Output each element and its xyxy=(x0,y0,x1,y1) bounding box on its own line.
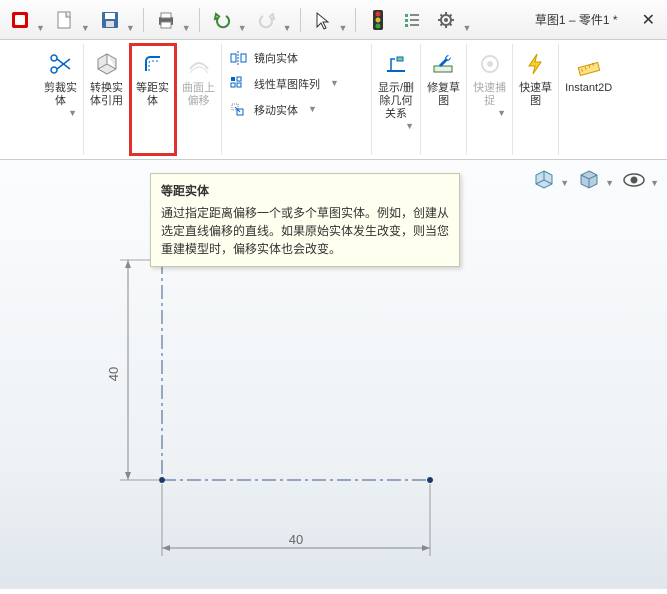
redo-icon[interactable] xyxy=(253,6,281,34)
linear-pattern-button[interactable]: 线性草图阵列 ▼ xyxy=(228,74,365,94)
new-file-icon[interactable] xyxy=(51,6,79,34)
trim-label: 剪裁实 体 xyxy=(44,82,77,108)
dropdown-arrow-icon[interactable]: ▼ xyxy=(405,121,414,131)
repair-sketch-button[interactable]: 修复草 图 xyxy=(421,44,467,155)
dropdown-arrow-icon[interactable]: ▼ xyxy=(238,23,247,33)
lightning-icon xyxy=(520,48,552,80)
logo-icon xyxy=(6,6,34,34)
separator xyxy=(300,8,301,32)
move-label: 移动实体 xyxy=(254,102,298,118)
rapid-label: 快速草 图 xyxy=(519,82,552,108)
dropdown-arrow-icon[interactable]: ▼ xyxy=(650,178,659,188)
ruler-icon xyxy=(573,48,605,80)
offset-tooltip: 等距实体 通过指定距离偏移一个或多个草图实体。例如，创建从选定直线偏移的直线。如… xyxy=(150,173,460,267)
snap-target-icon xyxy=(474,48,506,80)
pattern-group: 镜向实体 线性草图阵列 ▼ 移动实体 ▼ xyxy=(222,44,372,155)
dropdown-arrow-icon[interactable]: ▼ xyxy=(339,23,348,33)
move-entities-button[interactable]: 移动实体 ▼ xyxy=(228,100,365,120)
dropdown-arrow-icon[interactable]: ▼ xyxy=(81,23,90,33)
pattern-label: 线性草图阵列 xyxy=(254,76,320,92)
tooltip-title: 等距实体 xyxy=(161,182,449,200)
view-cube2-icon[interactable] xyxy=(575,166,603,194)
gear-icon[interactable] xyxy=(432,6,460,34)
separator xyxy=(355,8,356,32)
dropdown-arrow-icon[interactable]: ▼ xyxy=(36,23,45,33)
top-toolbar: ▼ ▼ ▼ ▼ ▼ ▼ ▼ ▼ 草图1 – 零件1 * ✕ xyxy=(0,0,667,40)
save-icon[interactable] xyxy=(96,6,124,34)
display-relations-label: 显示/删 除几何 关系 xyxy=(378,82,414,121)
surface-offset-button: 曲面上 偏移 xyxy=(176,44,222,155)
dropdown-arrow-icon[interactable]: ▼ xyxy=(605,178,614,188)
repair-label: 修复草 图 xyxy=(427,82,460,108)
convert-label: 转换实 体引用 xyxy=(90,82,123,108)
quick-snap-button: 快速捕 捉 ▼ xyxy=(467,44,513,155)
list-icon[interactable] xyxy=(398,6,426,34)
dropdown-arrow-icon[interactable]: ▼ xyxy=(497,108,506,118)
traffic-light-icon[interactable] xyxy=(364,6,392,34)
surface-offset-label: 曲面上 偏移 xyxy=(182,82,215,108)
select-cursor-icon[interactable] xyxy=(309,6,337,34)
dropdown-arrow-icon[interactable]: ▼ xyxy=(126,23,135,33)
move-icon xyxy=(228,100,248,120)
separator xyxy=(143,8,144,32)
rapid-sketch-button[interactable]: 快速草 图 xyxy=(513,44,559,155)
surface-offset-icon xyxy=(183,48,215,80)
offset-icon xyxy=(137,48,169,80)
ribbon-toolbar: 剪裁实 体 ▼ 转换实 体引用 等距实 体 曲面上 偏移 镜向实体 线性草图阵列… xyxy=(0,40,667,160)
cube-icon xyxy=(91,48,123,80)
pattern-icon xyxy=(228,74,248,94)
mirror-icon xyxy=(228,48,248,68)
mirror-entities-button[interactable]: 镜向实体 xyxy=(228,48,365,68)
instant2d-label: Instant2D xyxy=(565,82,612,95)
window-title: 草图1 – 零件1 * xyxy=(535,11,618,28)
undo-icon[interactable] xyxy=(208,6,236,34)
dropdown-arrow-icon[interactable]: ▼ xyxy=(330,78,339,88)
view-cube1-icon[interactable] xyxy=(530,166,558,194)
snap-label: 快速捕 捉 xyxy=(473,82,506,108)
display-relations-button[interactable]: 显示/删 除几何 关系 ▼ xyxy=(372,44,421,155)
dropdown-arrow-icon[interactable]: ▼ xyxy=(462,23,471,33)
offset-entities-button[interactable]: 等距实 体 xyxy=(130,44,176,155)
print-icon[interactable] xyxy=(152,6,180,34)
relations-icon xyxy=(380,48,412,80)
close-icon[interactable]: ✕ xyxy=(636,10,661,30)
scissors-icon xyxy=(45,48,77,80)
wrench-icon xyxy=(428,48,460,80)
separator xyxy=(199,8,200,32)
offset-label: 等距实 体 xyxy=(136,82,169,108)
trim-entities-button[interactable]: 剪裁实 体 ▼ xyxy=(38,44,84,155)
view-toolbar: ▼ ▼ ▼ xyxy=(530,166,659,194)
dropdown-arrow-icon[interactable]: ▼ xyxy=(560,178,569,188)
mirror-label: 镜向实体 xyxy=(254,50,298,66)
instant2d-button[interactable]: Instant2D xyxy=(559,44,618,155)
horizontal-dimension-value[interactable]: 40 xyxy=(289,532,303,547)
convert-entities-button[interactable]: 转换实 体引用 xyxy=(84,44,130,155)
eye-icon[interactable] xyxy=(620,166,648,194)
dropdown-arrow-icon[interactable]: ▼ xyxy=(308,104,317,114)
dropdown-arrow-icon[interactable]: ▼ xyxy=(68,108,77,118)
dropdown-arrow-icon[interactable]: ▼ xyxy=(283,23,292,33)
vertical-dimension-value[interactable]: 40 xyxy=(106,367,121,381)
tooltip-body: 通过指定距离偏移一个或多个草图实体。例如，创建从选定直线偏移的直线。如果原始实体… xyxy=(161,204,449,258)
dropdown-arrow-icon[interactable]: ▼ xyxy=(182,23,191,33)
